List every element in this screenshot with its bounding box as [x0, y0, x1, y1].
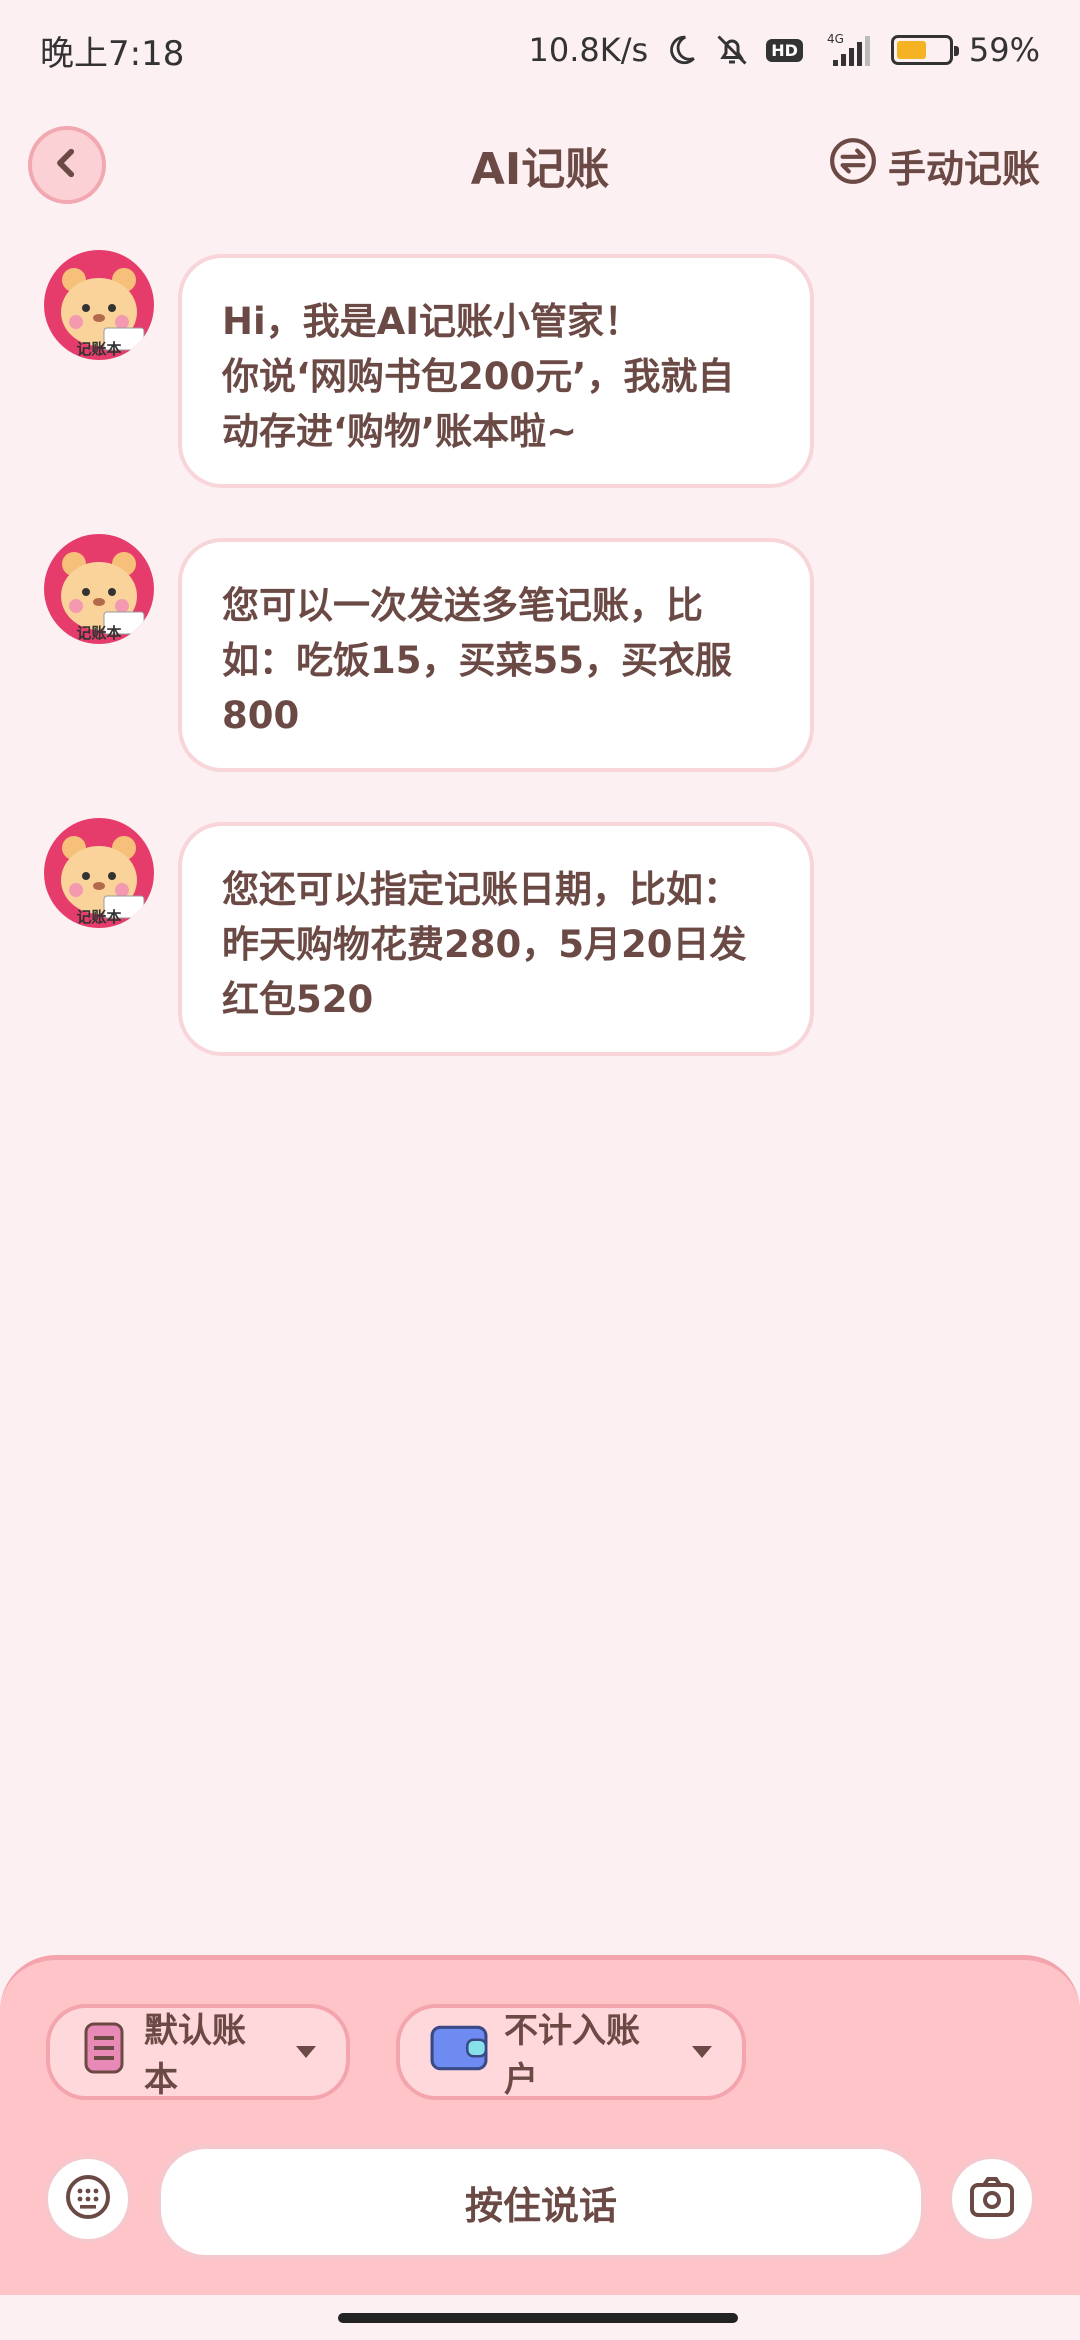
camera-icon — [968, 2173, 1016, 2225]
avatar-caption: 记账本 — [76, 624, 122, 642]
keyboard-icon — [64, 2173, 112, 2225]
message-bubble: Hi，我是AI记账小管家！ 你说‘网购书包200元’，我就自动存进‘购物’账本啦… — [178, 254, 814, 488]
book-label: 默认账本 — [144, 2011, 246, 2100]
bell-off-icon — [714, 32, 750, 68]
book-selector[interactable]: 默认账本 — [46, 2004, 350, 2100]
caret-down-icon — [296, 2046, 316, 2058]
chevron-left-icon — [50, 146, 84, 184]
notebook-icon — [80, 2022, 128, 2083]
signal-icon: 4G — [819, 32, 875, 68]
chat-messages: 记账本 Hi，我是AI记账小管家！ 你说‘网购书包200元’，我就自动存进‘购物… — [0, 250, 1080, 1102]
message-row: 记账本 Hi，我是AI记账小管家！ 你说‘网购书包200元’，我就自动存进‘购物… — [0, 250, 1080, 490]
page-title: AI记账 — [470, 144, 610, 195]
hd-badge: HD — [766, 38, 803, 62]
avatar-caption: 记账本 — [76, 908, 122, 926]
manual-entry-label: 手动记账 — [887, 147, 1040, 191]
status-bar: 晚上7:18 10.8K/s HD 4G 59% — [0, 0, 1080, 100]
svg-text:4G: 4G — [827, 32, 844, 46]
net-speed: 10.8K/s — [528, 31, 649, 69]
message-row: 记账本 您可以一次发送多笔记账，比如：吃饭15，买菜55，买衣服800 — [0, 534, 1080, 774]
message-row: 记账本 您还可以指定记账日期，比如：昨天购物花费280，5月20日发红包520 — [0, 818, 1080, 1058]
camera-button[interactable] — [948, 2155, 1036, 2243]
message-bubble: 您还可以指定记账日期，比如：昨天购物花费280，5月20日发红包520 — [178, 822, 814, 1056]
battery-percent: 59% — [968, 31, 1040, 69]
header: AI记账 手动记账 — [0, 120, 1080, 210]
battery-fill — [896, 41, 927, 59]
manual-entry-button[interactable]: 手动记账 — [828, 136, 1040, 195]
hold-to-talk-button[interactable]: 按住说话 — [156, 2144, 926, 2260]
status-icons: 10.8K/s HD 4G 59% — [529, 31, 1040, 69]
home-indicator[interactable] — [338, 2313, 738, 2323]
moon-icon — [664, 33, 698, 67]
input-panel: 默认账本 不计入账户 按住说话 — [0, 1955, 1080, 2295]
wallet-icon — [430, 2024, 488, 2081]
caret-down-icon — [692, 2046, 712, 2058]
swap-icon — [828, 136, 878, 195]
account-selector[interactable]: 不计入账户 — [396, 2004, 746, 2100]
avatar-caption: 记账本 — [76, 340, 122, 358]
battery-icon — [890, 35, 959, 65]
account-label: 不计入账户 — [504, 2011, 640, 2100]
status-time: 晚上7:18 — [40, 33, 185, 74]
message-bubble: 您可以一次发送多笔记账，比如：吃饭15，买菜55，买衣服800 — [178, 538, 814, 772]
keyboard-button[interactable] — [44, 2155, 132, 2243]
back-button[interactable] — [28, 126, 106, 204]
